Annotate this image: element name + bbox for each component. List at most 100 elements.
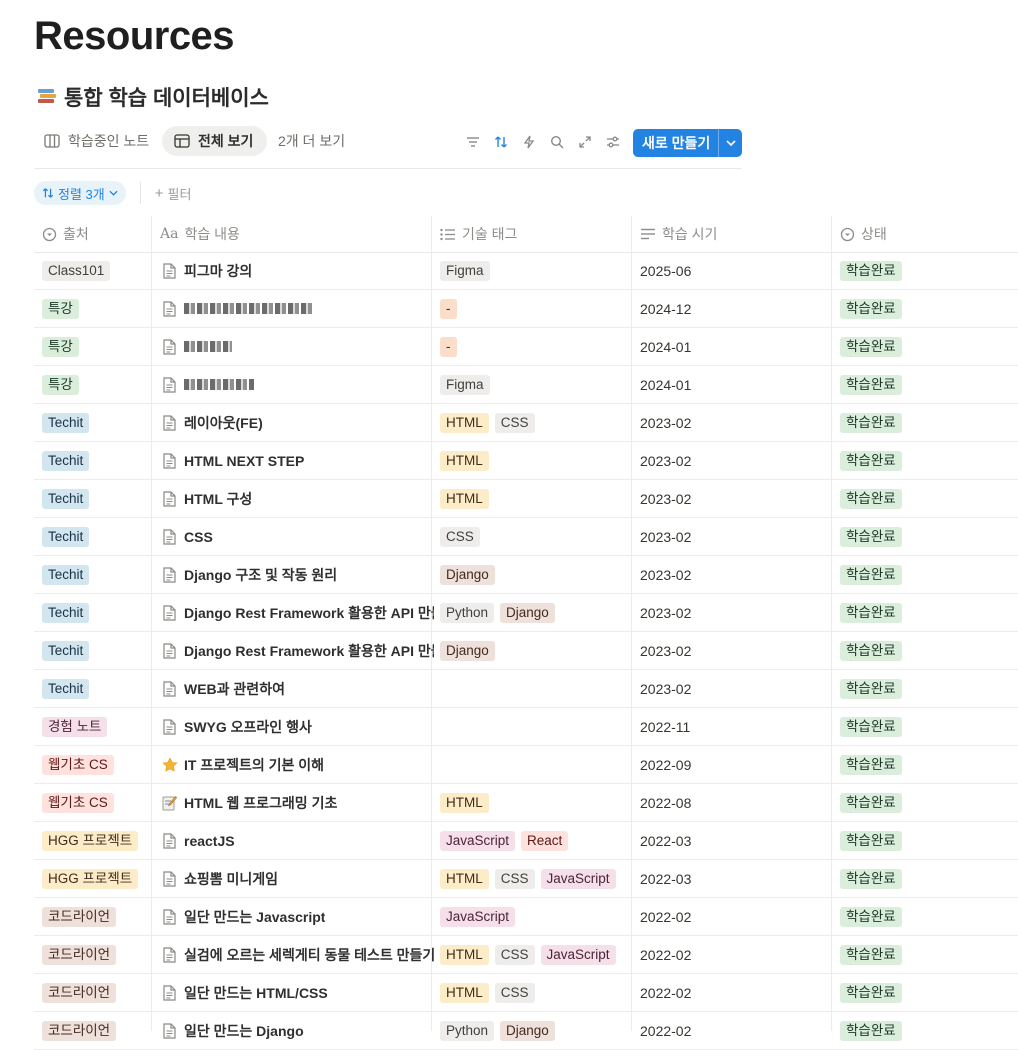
row-title[interactable]: SWYG 오프라인 행사 <box>184 717 312 737</box>
cell-title[interactable]: HTML NEXT STEP <box>162 442 304 479</box>
cell-title[interactable]: 피그마 강의 <box>162 252 252 289</box>
table-row[interactable]: Techit HTML NEXT STEP HTML 2023-02 학습완료 <box>34 442 1018 480</box>
row-title[interactable]: IT 프로젝트의 기본 이해 <box>184 755 324 775</box>
tech-tag: HTML <box>440 944 489 965</box>
table-row[interactable]: 특강 - 2024-12 학습완료 <box>34 290 1018 328</box>
cell-status: 학습완료 <box>840 480 908 517</box>
table-row[interactable]: Class101 피그마 강의 Figma 2025-06 학습완료 <box>34 252 1018 290</box>
doc-icon <box>162 528 176 545</box>
cell-date: 2022-02 <box>640 946 692 963</box>
settings-icon[interactable] <box>604 133 622 151</box>
row-title[interactable]: 레이아웃(FE) <box>184 413 263 433</box>
tab-all-view[interactable]: 전체 보기 <box>162 126 267 156</box>
table-row[interactable]: 경험 노트 SWYG 오프라인 행사 2022-11 학습완료 <box>34 708 1018 746</box>
tab-label: 학습중인 노트 <box>68 133 150 149</box>
cell-title[interactable]: CSS <box>162 518 213 555</box>
column-header-status[interactable]: 상태 <box>840 216 887 252</box>
cell-tags: HTML CSS JavaScript <box>440 860 622 897</box>
table-row[interactable]: HGG 프로젝트 reactJS JavaScript React 2022-03 학습완… <box>34 822 1018 860</box>
cell-title[interactable]: Django Rest Framework 활용한 API 만들 <box>162 594 434 631</box>
cell-title[interactable]: 레이아웃(FE) <box>162 404 263 441</box>
redacted-title <box>184 303 312 314</box>
column-label: 학습 내용 <box>184 226 240 242</box>
table-row[interactable]: 특강 - 2024-01 학습완료 <box>34 328 1018 366</box>
tech-tag: HTML <box>440 982 489 1003</box>
cell-title[interactable]: Django Rest Framework 활용한 API 만들 <box>162 632 434 669</box>
table-row[interactable]: 웹기초 CS HTML 웹 프로그래밍 기초 HTML 2022-08 학습완료 <box>34 784 1018 822</box>
row-title[interactable]: 피그마 강의 <box>184 261 252 281</box>
cell-title[interactable]: SWYG 오프라인 행사 <box>162 708 312 745</box>
row-title[interactable]: Django 구조 및 작동 원리 <box>184 565 337 585</box>
tech-tag: Figma <box>440 260 490 281</box>
table-row[interactable]: Techit WEB과 관련하여 2023-02 학습완료 <box>34 670 1018 708</box>
table-row[interactable]: Techit HTML 구성 HTML 2023-02 학습완료 <box>34 480 1018 518</box>
status-badge: 학습완료 <box>840 488 902 509</box>
tech-tag: HTML <box>440 792 489 813</box>
column-header-tags[interactable]: 기술 태그 <box>440 216 517 252</box>
cell-source: 특강 <box>42 290 85 327</box>
more-views-button[interactable]: 2개 더 보기 <box>266 126 357 156</box>
expand-icon[interactable] <box>576 133 594 151</box>
cell-title[interactable]: IT 프로젝트의 기본 이해 <box>162 746 324 783</box>
row-title[interactable]: 일단 만드는 Javascript <box>184 907 325 927</box>
cell-title[interactable]: HTML 구성 <box>162 480 252 517</box>
doc-icon <box>162 300 176 317</box>
table-row[interactable]: Techit Django Rest Framework 활용한 API 만들 Py… <box>34 594 1018 632</box>
row-title[interactable]: reactJS <box>184 833 235 849</box>
row-title[interactable]: 쇼핑뽐 미니게임 <box>184 869 278 889</box>
column-header-source[interactable]: 출처 <box>42 216 89 252</box>
source-tag: 코드라이언 <box>42 906 117 927</box>
lightning-icon[interactable] <box>520 133 538 151</box>
column-header-content[interactable]: Aa 학습 내용 <box>160 216 240 252</box>
new-button[interactable]: 새로 만들기 <box>633 129 742 157</box>
cell-title[interactable] <box>162 290 312 327</box>
doc-icon <box>162 946 176 963</box>
cell-title[interactable]: reactJS <box>162 822 235 859</box>
table-row[interactable]: Techit Django 구조 및 작동 원리 Django 2023-02 학습완료 <box>34 556 1018 594</box>
row-title[interactable]: 일단 만드는 HTML/CSS <box>184 983 328 1003</box>
cell-title[interactable]: 실검에 오르는 세렉게티 동물 테스트 만들기 <box>162 936 434 973</box>
cell-date: 2022-02 <box>640 908 692 925</box>
add-filter-button[interactable]: + 필터 <box>155 184 192 203</box>
cell-title[interactable]: HTML 웹 프로그래밍 기초 <box>162 784 337 821</box>
row-title[interactable]: Django Rest Framework 활용한 API 만들 <box>184 603 434 623</box>
sort-pill[interactable]: 정렬 3개 <box>34 181 126 205</box>
table-row[interactable]: 코드라이언 일단 만드는 Django Python Django 2022-02 학습완… <box>34 1012 1018 1050</box>
table-row[interactable]: 코드라이언 실검에 오르는 세렉게티 동물 테스트 만들기 HTML CSS JavaS… <box>34 936 1018 974</box>
row-title[interactable]: HTML 구성 <box>184 489 252 509</box>
row-title[interactable]: 실검에 오르는 세렉게티 동물 테스트 만들기 <box>184 945 434 965</box>
row-title[interactable]: Django Rest Framework 활용한 API 만들 <box>184 641 434 661</box>
table-row[interactable]: 웹기초 CS IT 프로젝트의 기본 이해 2022-09 학습완료 <box>34 746 1018 784</box>
sort-icon[interactable] <box>492 133 510 151</box>
table-row[interactable]: 코드라이언 일단 만드는 Javascript JavaScript 2022-02 학… <box>34 898 1018 936</box>
row-title[interactable]: CSS <box>184 529 213 545</box>
search-icon[interactable] <box>548 133 566 151</box>
tech-tag: CSS <box>494 944 535 965</box>
row-title[interactable]: WEB과 관련하여 <box>184 679 285 699</box>
cell-date: 2022-03 <box>640 870 692 887</box>
row-title[interactable]: HTML 웹 프로그래밍 기초 <box>184 793 337 813</box>
cell-title[interactable]: Django 구조 및 작동 원리 <box>162 556 337 593</box>
source-tag: Techit <box>42 602 90 623</box>
cell-status: 학습완료 <box>840 556 908 593</box>
cell-title[interactable] <box>162 366 254 403</box>
row-title[interactable]: HTML NEXT STEP <box>184 453 304 469</box>
table-row[interactable]: Techit 레이아웃(FE) HTML CSS 2023-02 학습완료 <box>34 404 1018 442</box>
cell-status: 학습완료 <box>840 784 908 821</box>
table-row[interactable]: 코드라이언 일단 만드는 HTML/CSS HTML CSS 2022-02 학습완료 <box>34 974 1018 1012</box>
cell-title[interactable]: WEB과 관련하여 <box>162 670 285 707</box>
table-row[interactable]: Techit CSS CSS 2023-02 학습완료 <box>34 518 1018 556</box>
database-title[interactable]: 통합 학습 데이터베이스 <box>38 82 269 112</box>
cell-title[interactable] <box>162 328 232 365</box>
cell-title[interactable]: 일단 만드는 HTML/CSS <box>162 974 328 1011</box>
table-row[interactable]: Techit Django Rest Framework 활용한 API 만들 Dj… <box>34 632 1018 670</box>
tab-learning-notes[interactable]: 학습중인 노트 <box>32 126 161 156</box>
filter-icon[interactable] <box>464 133 482 151</box>
cell-title[interactable]: 일단 만드는 Javascript <box>162 898 325 935</box>
table-row[interactable]: HGG 프로젝트 쇼핑뽐 미니게임 HTML CSS JavaScript 2022-03… <box>34 860 1018 898</box>
column-header-date[interactable]: 학습 시기 <box>640 216 717 252</box>
chevron-down-icon[interactable] <box>719 137 742 149</box>
cell-date: 2023-02 <box>640 566 692 583</box>
table-row[interactable]: 특강 Figma 2024-01 학습완료 <box>34 366 1018 404</box>
cell-title[interactable]: 쇼핑뽐 미니게임 <box>162 860 278 897</box>
